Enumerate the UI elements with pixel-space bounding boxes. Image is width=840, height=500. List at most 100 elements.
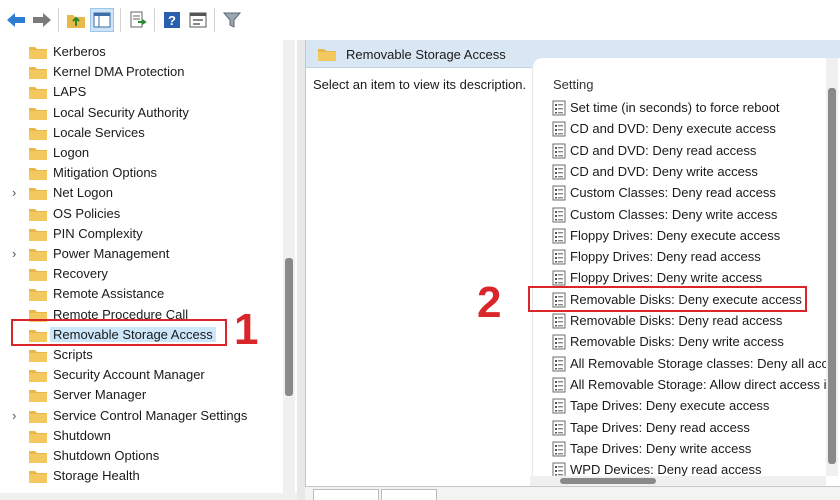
properties-icon[interactable] — [186, 8, 210, 32]
show-hide-tree-icon[interactable] — [90, 8, 114, 32]
filter-icon[interactable] — [220, 8, 244, 32]
setting-row[interactable]: Custom Classes: Deny read access — [533, 182, 833, 203]
tree-item[interactable]: Security Account Manager — [0, 365, 280, 385]
tree-item[interactable]: Shutdown — [0, 426, 280, 446]
setting-row[interactable]: Removable Disks: Deny write access — [533, 331, 833, 352]
setting-label: CD and DVD: Deny read access — [570, 142, 757, 158]
setting-label: Floppy Drives: Deny execute access — [570, 227, 781, 243]
policy-setting-icon — [552, 185, 566, 201]
setting-label: Tape Drives: Deny read access — [570, 419, 750, 435]
setting-row[interactable]: CD and DVD: Deny read access — [533, 140, 833, 161]
tree-scrollbar-thumb[interactable] — [285, 258, 293, 396]
setting-row[interactable]: All Removable Storage: Allow direct acce… — [533, 374, 833, 395]
svg-text:?: ? — [168, 13, 176, 28]
annotation-box-2 — [528, 286, 807, 312]
toolbar-separator — [154, 8, 155, 32]
policy-setting-icon — [552, 334, 566, 350]
tree-item[interactable]: OS Policies — [0, 204, 280, 224]
tree-scrollbar[interactable] — [283, 40, 295, 500]
policy-setting-icon — [552, 377, 566, 393]
setting-row[interactable]: Set time (in seconds) to force reboot — [533, 97, 833, 118]
tree-item[interactable]: Recovery — [0, 264, 280, 284]
tree-item[interactable]: Storage Health — [0, 466, 280, 486]
details-scrollbar-thumb[interactable] — [828, 88, 836, 464]
tree-item-label: Kerberos — [53, 44, 106, 59]
tree-pane: Kerberos Kernel DMA Protection LAPS Local S… — [0, 40, 297, 500]
setting-row[interactable]: Tape Drives: Deny read access — [533, 417, 833, 438]
chevron-right-icon[interactable]: › — [12, 408, 24, 423]
details-horizontal-scrollbar[interactable] — [530, 476, 826, 486]
setting-row[interactable]: Tape Drives: Deny execute access — [533, 395, 833, 416]
folder-icon — [29, 65, 47, 80]
folder-icon — [29, 348, 47, 362]
column-header-setting[interactable]: Setting — [553, 77, 593, 92]
folder-icon — [29, 106, 47, 120]
folder-icon — [29, 247, 47, 261]
setting-row[interactable]: Floppy Drives: Deny read access — [533, 246, 833, 267]
setting-row[interactable]: Custom Classes: Deny write access — [533, 204, 833, 225]
details-pane: Removable Storage Access Select an item … — [305, 40, 840, 500]
policy-setting-icon — [552, 249, 566, 265]
tree-item-label: Security Account Manager — [53, 367, 205, 383]
tree-item[interactable]: Server Manager — [0, 385, 280, 405]
folder-icon — [29, 166, 47, 181]
annotation-box-1 — [11, 319, 227, 346]
settings-list: Setting Set time (in seconds) to force r… — [532, 58, 840, 500]
folder-icon — [29, 429, 47, 443]
up-folder-icon[interactable] — [64, 8, 88, 32]
tree-item[interactable]: LAPS — [0, 82, 280, 102]
tree-item[interactable]: Kernel DMA Protection — [0, 62, 280, 82]
setting-label: Floppy Drives: Deny read access — [570, 249, 761, 265]
tree-bottom-edge — [0, 493, 297, 500]
tree-item-label: Kernel DMA Protection — [53, 64, 185, 80]
policy-setting-icon — [552, 143, 566, 159]
tree-item[interactable]: Mitigation Options — [0, 163, 280, 183]
help-icon[interactable]: ? — [160, 8, 184, 32]
tab-extended[interactable] — [313, 489, 379, 500]
back-icon[interactable] — [4, 8, 28, 32]
chevron-right-icon[interactable]: › — [12, 186, 24, 200]
setting-row[interactable]: All Removable Storage classes: Deny all … — [533, 353, 835, 374]
setting-label: Custom Classes: Deny write access — [570, 206, 778, 222]
export-list-icon[interactable] — [126, 8, 150, 32]
setting-row[interactable]: Floppy Drives: Deny execute access — [533, 225, 833, 246]
setting-row[interactable]: CD and DVD: Deny execute access — [533, 118, 833, 139]
setting-row[interactable]: Tape Drives: Deny write access — [533, 438, 833, 459]
details-horizontal-scrollbar-thumb[interactable] — [560, 478, 656, 484]
tree-item[interactable]: Locale Services — [0, 123, 280, 143]
tree-item[interactable]: › Service Control Manager Settings — [0, 406, 280, 426]
policy-setting-icon — [552, 228, 566, 244]
tree-item-label: Net Logon — [53, 185, 113, 201]
tree-item[interactable]: Logon — [0, 143, 280, 163]
view-tabs — [305, 486, 840, 500]
annotation-number-1: 1 — [234, 305, 259, 354]
annotation-number-2: 2 — [477, 278, 502, 327]
folder-icon — [29, 368, 47, 383]
pane-divider[interactable] — [297, 40, 305, 500]
setting-label: Set time (in seconds) to force reboot — [570, 100, 780, 115]
tree-item[interactable]: › Net Logon — [0, 183, 280, 203]
tree-item[interactable]: PIN Complexity — [0, 224, 280, 244]
setting-row[interactable]: CD and DVD: Deny write access — [533, 161, 833, 182]
tree-item-label: LAPS — [53, 84, 87, 100]
tree-item[interactable]: Shutdown Options — [0, 446, 280, 466]
tree-item[interactable]: › Power Management — [0, 244, 280, 264]
tree-item-label: Scripts — [53, 347, 93, 362]
policy-setting-icon — [552, 398, 566, 414]
tree-item[interactable]: Kerberos — [0, 42, 280, 62]
policy-setting-icon — [552, 100, 566, 116]
tree-item[interactable]: Remote Assistance — [0, 284, 280, 304]
tree-item[interactable]: Local Security Authority — [0, 103, 280, 123]
tree-item-label: Recovery — [53, 266, 108, 282]
tree-item-label: Shutdown — [53, 427, 111, 443]
tab-standard[interactable] — [381, 489, 437, 500]
chevron-right-icon[interactable]: › — [12, 247, 24, 261]
setting-label: WPD Devices: Deny read access — [570, 462, 762, 478]
folder-icon — [29, 186, 47, 201]
forward-icon[interactable] — [30, 8, 54, 32]
setting-row[interactable]: Removable Disks: Deny read access — [533, 310, 833, 331]
details-scrollbar[interactable] — [826, 58, 838, 476]
folder-icon — [29, 85, 47, 100]
folder-icon — [29, 227, 47, 241]
setting-label: Custom Classes: Deny read access — [570, 185, 776, 201]
